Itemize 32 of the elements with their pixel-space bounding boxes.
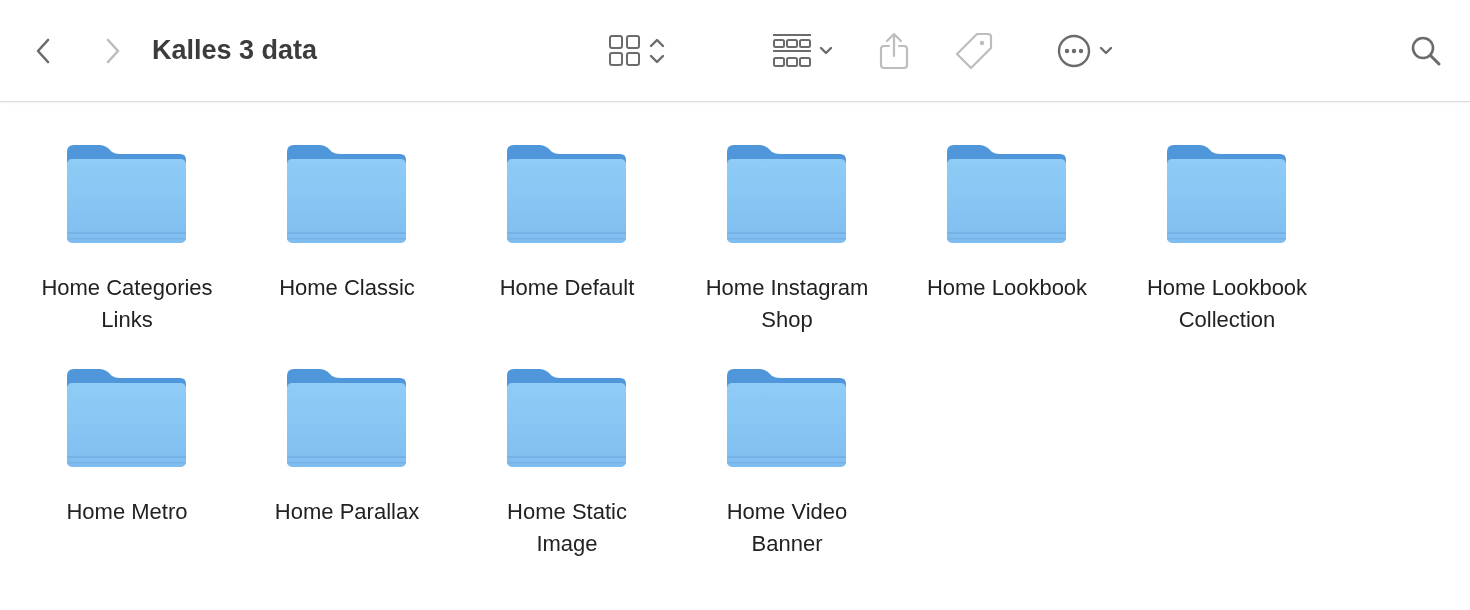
folder-name[interactable]: Home Categories Links	[39, 272, 215, 336]
folder-icon	[66, 144, 188, 246]
folder-icon	[946, 144, 1068, 246]
folder-icon	[506, 368, 628, 470]
folder-icon	[506, 144, 628, 246]
folder-icon	[66, 368, 188, 470]
share-icon	[878, 31, 909, 70]
folder-icon	[286, 368, 408, 470]
window-title: Kalles 3 data	[152, 35, 318, 66]
back-chevron-icon	[36, 37, 50, 64]
folder-name[interactable]: Home Video Banner	[699, 496, 875, 560]
folder-name[interactable]: Home Instagram Shop	[699, 272, 875, 336]
group-view-icon	[772, 32, 811, 69]
folder-name[interactable]: Home Lookbook Collection	[1139, 272, 1315, 336]
folder-icon	[726, 144, 848, 246]
folder-icon	[286, 144, 408, 246]
folder-name[interactable]: Home Lookbook	[919, 272, 1095, 304]
tag-icon	[954, 31, 993, 70]
folder-name[interactable]: Home Classic	[259, 272, 435, 304]
up-down-chevron-icon	[648, 36, 665, 65]
grid-view-icon	[608, 34, 641, 67]
folder-name[interactable]: Home Metro	[39, 496, 215, 528]
folder-icon	[726, 368, 848, 470]
folder-name[interactable]: Home Default	[479, 272, 655, 304]
chevron-down-icon	[818, 46, 833, 55]
chevron-down-icon	[1098, 46, 1113, 55]
more-icon	[1056, 33, 1091, 68]
search-icon	[1410, 34, 1442, 67]
forward-chevron-icon	[106, 37, 120, 64]
folder-name[interactable]: Home Static Image	[479, 496, 655, 560]
folder-name[interactable]: Home Parallax	[259, 496, 435, 528]
folder-icon	[1166, 144, 1288, 246]
